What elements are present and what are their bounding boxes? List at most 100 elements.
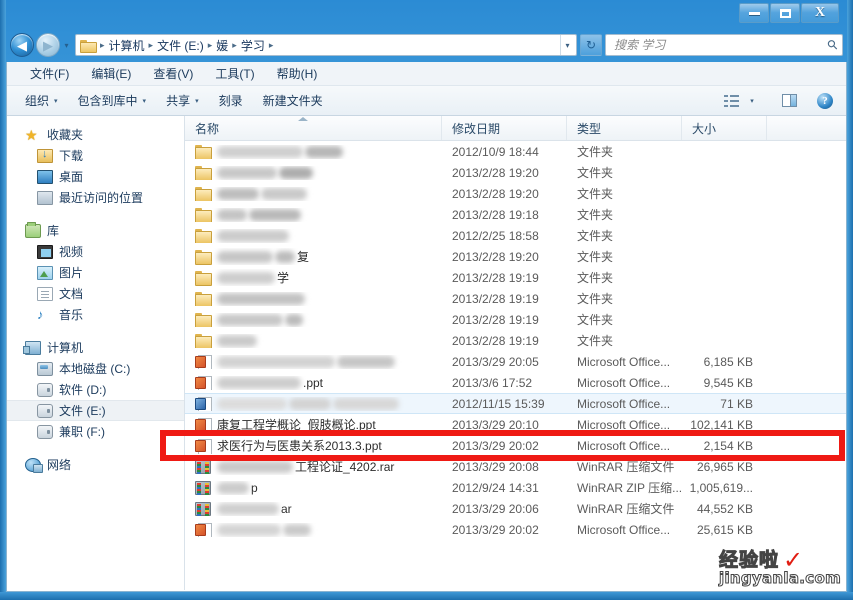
table-row[interactable]: 2012/10/9 18:44 文件夹 <box>185 141 846 162</box>
table-row[interactable]: 2012/11/15 15:39 Microsoft Office... 71 KB <box>185 393 846 414</box>
table-row[interactable]: 2013/2/28 19:19 文件夹 <box>185 330 846 351</box>
back-button[interactable]: ◀ <box>10 33 34 57</box>
table-row[interactable]: 2013/3/29 20:02 Microsoft Office... 25,615… <box>185 519 846 540</box>
organize-button[interactable]: 组织 ▾ <box>15 87 68 114</box>
breadcrumb-item-study[interactable]: 学习 <box>238 36 268 55</box>
history-dropdown-button[interactable]: ▾ <box>60 41 73 50</box>
file-name-text <box>217 145 343 158</box>
chevron-down-icon: ▾ <box>750 97 754 105</box>
table-row[interactable]: 2012/2/25 18:58 文件夹 <box>185 225 846 246</box>
breadcrumb-item-yuan[interactable]: 媛 <box>213 36 231 55</box>
search-box[interactable]: ⚲ <box>605 34 843 56</box>
refresh-button[interactable]: ↻ <box>580 34 602 56</box>
address-dropdown-icon[interactable]: ▾ <box>560 35 574 55</box>
forward-button[interactable]: ▶ <box>36 33 60 57</box>
breadcrumb-item-drive-e[interactable]: 文件 (E:) <box>154 36 207 55</box>
file-date-cell: 2013/3/29 20:10 <box>452 417 539 432</box>
table-row[interactable]: 工程论证_4202.rar 2013/3/29 20:08 WinRAR 压缩文件 2… <box>185 456 846 477</box>
share-button[interactable]: 共享 ▾ <box>156 87 209 114</box>
sidebar-item-favorites[interactable]: ★ 收藏夹 <box>7 124 184 145</box>
file-type-cell: WinRAR ZIP 压缩... <box>577 481 682 495</box>
table-row[interactable]: 2013/2/28 19:19 文件夹 <box>185 288 846 309</box>
column-header-type[interactable]: 类型 <box>567 116 682 140</box>
table-row[interactable]: 康复工程学概论_假肢概论.ppt 2013/3/29 20:10 Microsoft… <box>185 414 846 435</box>
menu-view[interactable]: 查看(V) <box>142 63 204 84</box>
menu-file[interactable]: 文件(F) <box>19 63 80 84</box>
redaction-block <box>217 271 275 284</box>
file-type-cell: 文件夹 <box>577 208 614 222</box>
menu-help[interactable]: 帮助(H) <box>266 63 329 84</box>
new-folder-button[interactable]: 新建文件夹 <box>253 87 333 114</box>
column-header-filler[interactable] <box>767 116 846 140</box>
maximize-button[interactable] <box>770 3 800 23</box>
breadcrumb-item-computer[interactable]: 计算机 <box>106 36 148 55</box>
sidebar-item-documents[interactable]: 文档 <box>7 283 184 304</box>
table-row[interactable]: 2013/2/28 19:20 文件夹 <box>185 183 846 204</box>
file-name-cell <box>185 228 442 243</box>
pictures-icon <box>37 265 53 280</box>
file-list-pane[interactable]: 名称 修改日期 类型 大小 2012/10/9 18:44 文件夹 2013/2/2… <box>185 116 846 590</box>
sidebar-item-desktop[interactable]: 桌面 <box>7 166 184 187</box>
chevron-down-icon: ▾ <box>195 97 199 105</box>
redaction-block <box>275 250 295 263</box>
sidebar-item-videos[interactable]: 视频 <box>7 241 184 262</box>
sidebar-item-computer[interactable]: 计算机 <box>7 337 184 358</box>
column-header-date[interactable]: 修改日期 <box>442 116 567 140</box>
sidebar-item-drive-d[interactable]: 软件 (D:) <box>7 379 184 400</box>
sidebar-item-drive-e[interactable]: 文件 (E:) <box>7 400 184 421</box>
column-label: 类型 <box>577 121 602 136</box>
file-name-label: 复 <box>297 250 310 264</box>
folder-icon <box>195 144 212 159</box>
table-row[interactable]: p 2012/9/24 14:31 WinRAR ZIP 压缩... 1,005,61… <box>185 477 846 498</box>
view-dropdown-button[interactable]: ▾ <box>744 90 760 112</box>
address-bar[interactable]: ▸ 计算机 ▸ 文件 (E:) ▸ 媛 ▸ 学习 ▸ ▾ <box>75 34 577 56</box>
sidebar-item-drive-f[interactable]: 兼职 (F:) <box>7 421 184 442</box>
column-header-name[interactable]: 名称 <box>185 116 442 140</box>
burn-button[interactable]: 刻录 <box>209 87 253 114</box>
sidebar-item-music[interactable]: ♪ 音乐 <box>7 304 184 325</box>
star-icon: ★ <box>25 126 38 143</box>
file-name-label: 康复工程学概论_假肢概论.ppt <box>217 418 376 432</box>
table-row[interactable]: 2013/2/28 19:20 文件夹 <box>185 162 846 183</box>
minimize-button[interactable] <box>739 3 769 23</box>
close-button[interactable]: X <box>801 3 839 23</box>
sidebar-item-network[interactable]: 网络 <box>7 454 184 475</box>
file-name-cell: p <box>185 480 442 495</box>
include-in-library-button[interactable]: 包含到库中 ▾ <box>68 87 157 114</box>
sidebar-item-libraries[interactable]: 库 <box>7 220 184 241</box>
table-row[interactable]: .ppt 2013/3/6 17:52 Microsoft Office... 9,5… <box>185 372 846 393</box>
table-row[interactable]: 2013/2/28 19:19 文件夹 <box>185 309 846 330</box>
table-row[interactable]: 2013/3/29 20:05 Microsoft Office... 6,185 … <box>185 351 846 372</box>
file-name-text: 工程论证_4202.rar <box>217 458 394 475</box>
organize-label: 组织 <box>25 94 50 108</box>
preview-pane-button[interactable] <box>776 90 802 112</box>
file-name-cell <box>185 186 442 201</box>
help-button[interactable]: ? <box>812 90 838 112</box>
table-row[interactable]: 求医行为与医患关系2013.3.ppt 2013/3/29 20:02 Micros… <box>185 435 846 456</box>
table-row[interactable]: ar 2013/3/29 20:06 WinRAR 压缩文件 44,552 KB <box>185 498 846 519</box>
sidebar-item-label: 收藏夹 <box>47 128 84 142</box>
file-name-label: p <box>251 480 258 495</box>
column-header-size[interactable]: 大小 <box>682 116 767 140</box>
redaction-block <box>217 229 289 242</box>
navigation-pane[interactable]: ★ 收藏夹 下载 桌面 最近访问的位置 <box>7 116 185 590</box>
sidebar-item-recent-places[interactable]: 最近访问的位置 <box>7 187 184 208</box>
file-name-text: 学 <box>217 269 289 286</box>
menu-edit[interactable]: 编辑(E) <box>80 63 142 84</box>
redaction-block <box>305 145 343 158</box>
sidebar-item-pictures[interactable]: 图片 <box>7 262 184 283</box>
table-row[interactable]: 学 2013/2/28 19:19 文件夹 <box>185 267 846 288</box>
menu-tools[interactable]: 工具(T) <box>204 63 265 84</box>
sidebar-item-local-disk-c[interactable]: 本地磁盘 (C:) <box>7 358 184 379</box>
change-view-button[interactable] <box>718 90 744 112</box>
sidebar-group-libraries: 库 视频 图片 文档 ♪ 音乐 <box>7 220 184 325</box>
sidebar-item-downloads[interactable]: 下载 <box>7 145 184 166</box>
docx-icon <box>195 396 212 411</box>
file-date-cell: 2013/3/6 17:52 <box>452 375 533 390</box>
file-name-text: ar <box>217 502 292 516</box>
search-input[interactable] <box>614 38 829 52</box>
table-row[interactable]: 2013/2/28 19:18 文件夹 <box>185 204 846 225</box>
file-name-text: 康复工程学概论_假肢概论.ppt <box>217 416 376 433</box>
table-row[interactable]: 复 2013/2/28 19:20 文件夹 <box>185 246 846 267</box>
ppt-icon <box>195 375 212 390</box>
